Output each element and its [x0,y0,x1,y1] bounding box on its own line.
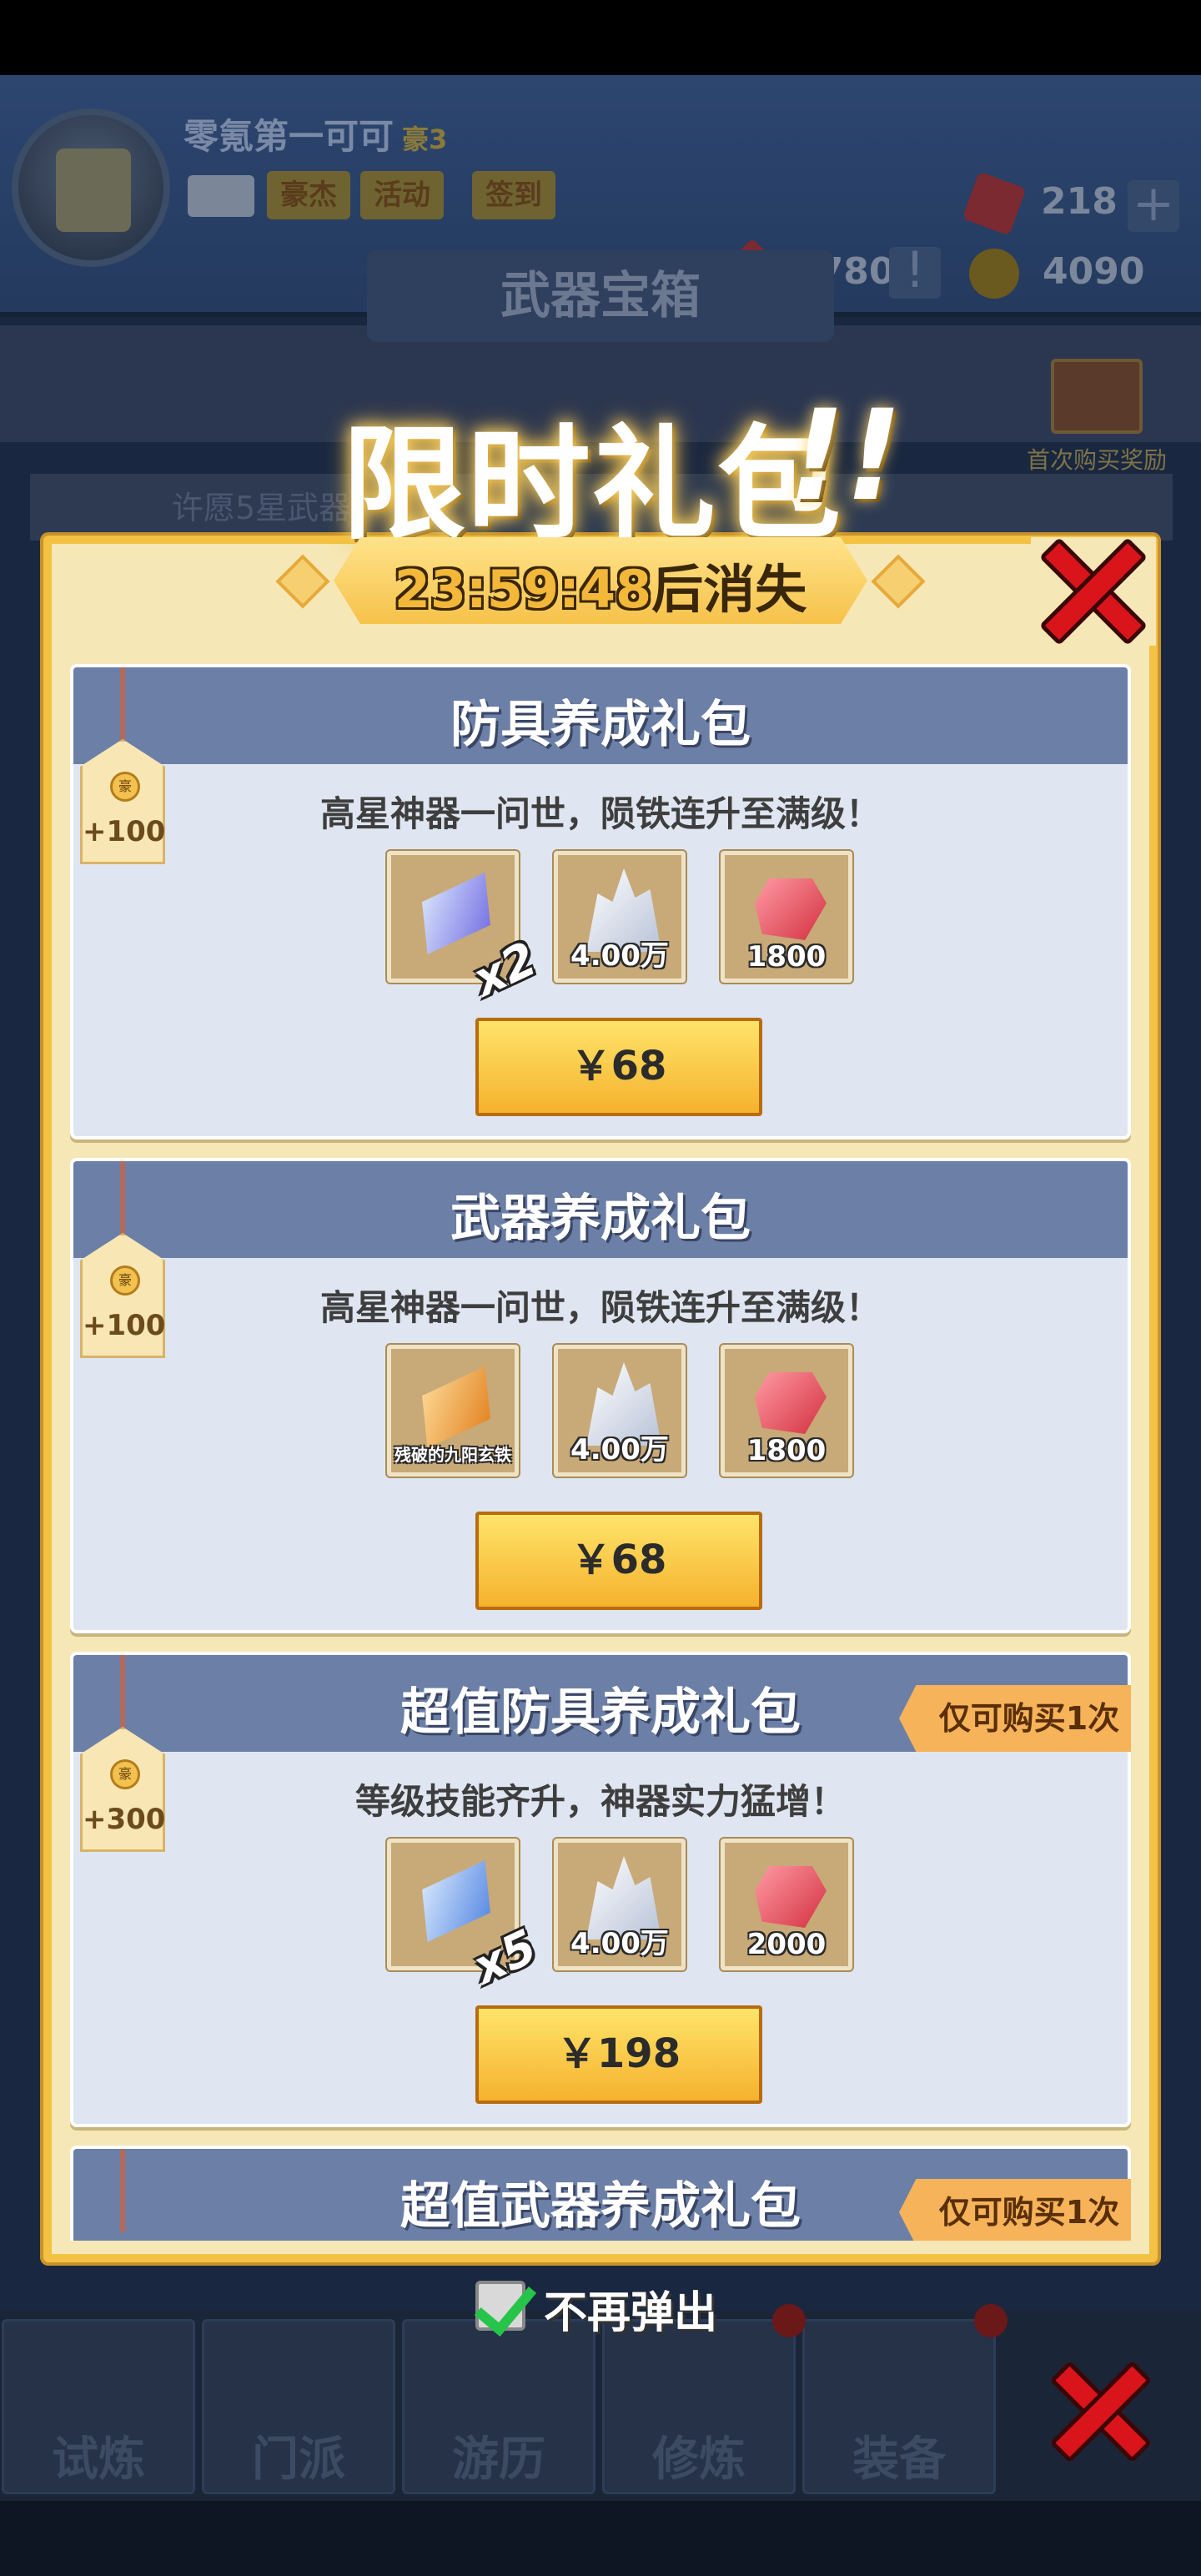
hao-coin-icon: 豪 [110,1759,140,1789]
purchase-limit-badge: 仅可购买1次 [899,1685,1131,1752]
pack-card: 防具养成礼包 高星神器一问世，陨铁连升至满级！ 豪 +100 x2 4.00万 … [70,664,1131,1140]
countdown-banner: 23:59:48后消失 [275,537,926,629]
notice-text: 许愿5星武器 [172,490,351,526]
hao-coin-icon: 豪 [110,1265,140,1296]
countdown-time: 23:59:48 [394,559,652,620]
nav-alert-dot [772,2304,806,2337]
pack-list[interactable]: 防具养成礼包 高星神器一问世，陨铁连升至满级！ 豪 +100 x2 4.00万 … [70,664,1131,2241]
event-button[interactable]: 活动 [360,171,444,219]
first-buy-reward[interactable]: 首次购买奖励 [1009,359,1184,475]
tag-string [120,667,125,751]
chest-title: 武器宝箱 [367,250,834,342]
signin-button[interactable]: 签到 [472,171,555,219]
item-count: 4.00万 [570,939,669,973]
pack-item[interactable]: 2000 [721,1839,852,1970]
tag-string [120,1161,125,1245]
system-bar [0,2501,1201,2576]
popup-title: 限时礼包 !! [334,375,917,556]
pack-title: 武器养成礼包 [450,1190,751,1248]
coin-icon [969,249,1019,299]
purchase-limit-badge: 仅可购买1次 [899,2179,1131,2241]
diamond-decoration [275,554,330,609]
item-count: 1800 [746,1434,827,1467]
hao-coin-icon: 豪 [110,772,140,802]
points-value: +100 [83,1309,166,1342]
points-value: +300 [83,1803,166,1836]
gem-count: 218 [1041,180,1118,223]
pack-description: 高星神器一问世，陨铁连升至满级！ [319,1287,881,1328]
player-avatar[interactable] [12,108,170,267]
hero-button[interactable]: 豪杰 [267,171,350,219]
player-name-text: 零氪第一可可 [183,116,394,157]
coin-count: 4090 [1043,250,1145,293]
chest-icon [1051,359,1143,434]
add-gems-button[interactable]: + [1128,179,1179,232]
diamond-decoration [871,554,926,609]
first-buy-label: 首次购买奖励 [1026,446,1167,474]
tag-string [120,2149,125,2232]
pack-item[interactable]: 4.00万 [554,1839,686,1970]
item-count: 1800 [746,940,827,974]
pack-item[interactable]: 残破的九阳玄铁 [387,1345,519,1477]
nav-trial[interactable]: 试炼 [2,2319,195,2494]
nav-alert-dot [974,2304,1008,2337]
player-name: 零氪第一可可 豪3 [183,108,447,159]
item-count: 4.00万 [570,1927,669,1960]
outer-close-icon[interactable] [1049,2360,1153,2463]
pack-item[interactable]: 1800 [721,851,852,983]
popup-title-mark: !! [788,384,902,529]
pack-title: 防具养成礼包 [450,696,751,754]
orange-ingot-icon [406,1366,506,1448]
pack-description: 等级技能齐升，神器实力猛增！ [354,1781,846,1822]
purple-ingot-icon [406,873,506,954]
countdown-suffix: 后消失 [651,559,807,620]
ruby-icon [755,1866,827,1928]
dont-show-checkbox[interactable] [475,2281,525,2331]
pack-card: 超值防具养成礼包 仅可购买1次 等级技能齐升，神器实力猛增！ 豪 +300 x5… [70,1652,1131,2127]
pack-item[interactable]: 4.00万 [554,1345,686,1477]
points-value: +100 [83,815,166,848]
buy-button[interactable]: ￥68 [475,1018,762,1116]
tag-string [120,1655,125,1738]
mail-icon[interactable] [188,175,254,217]
dont-show-label: 不再弹出 [544,2288,718,2338]
item-name: 残破的九阳玄铁 [394,1445,511,1465]
nav-cultivate[interactable]: 修炼 [602,2319,796,2494]
player-rank: 豪3 [402,123,448,155]
buy-button[interactable]: ￥68 [475,1512,762,1610]
ruby-icon [755,1372,827,1434]
nav-equipment[interactable]: 装备 [802,2319,996,2494]
close-popup-button[interactable] [1031,536,1156,647]
buy-button[interactable]: ￥198 [475,2005,762,2104]
ruby-icon [755,878,827,940]
blue-ingot-icon [406,1860,506,1942]
pack-card: 超值武器养成礼包 仅可购买1次 [70,2146,1131,2241]
item-count: 4.00万 [570,1433,669,1467]
pack-item[interactable]: 4.00万 [554,851,686,983]
countdown-text: 23:59:48后消失 [384,547,817,622]
pack-card: 武器养成礼包 高星神器一问世，陨铁连升至满级！ 豪 +100 残破的九阳玄铁 4… [70,1158,1131,1633]
nav-travel[interactable]: 游历 [402,2319,595,2494]
crystal-info-button[interactable]: ! [889,245,941,299]
nav-sect[interactable]: 门派 [202,2319,395,2494]
popup-title-text: 限时礼包 [342,413,842,556]
pack-item[interactable]: 1800 [721,1345,852,1477]
item-count: 2000 [746,1928,827,1961]
pack-description: 高星神器一问世，陨铁连升至满级！ [319,793,881,834]
